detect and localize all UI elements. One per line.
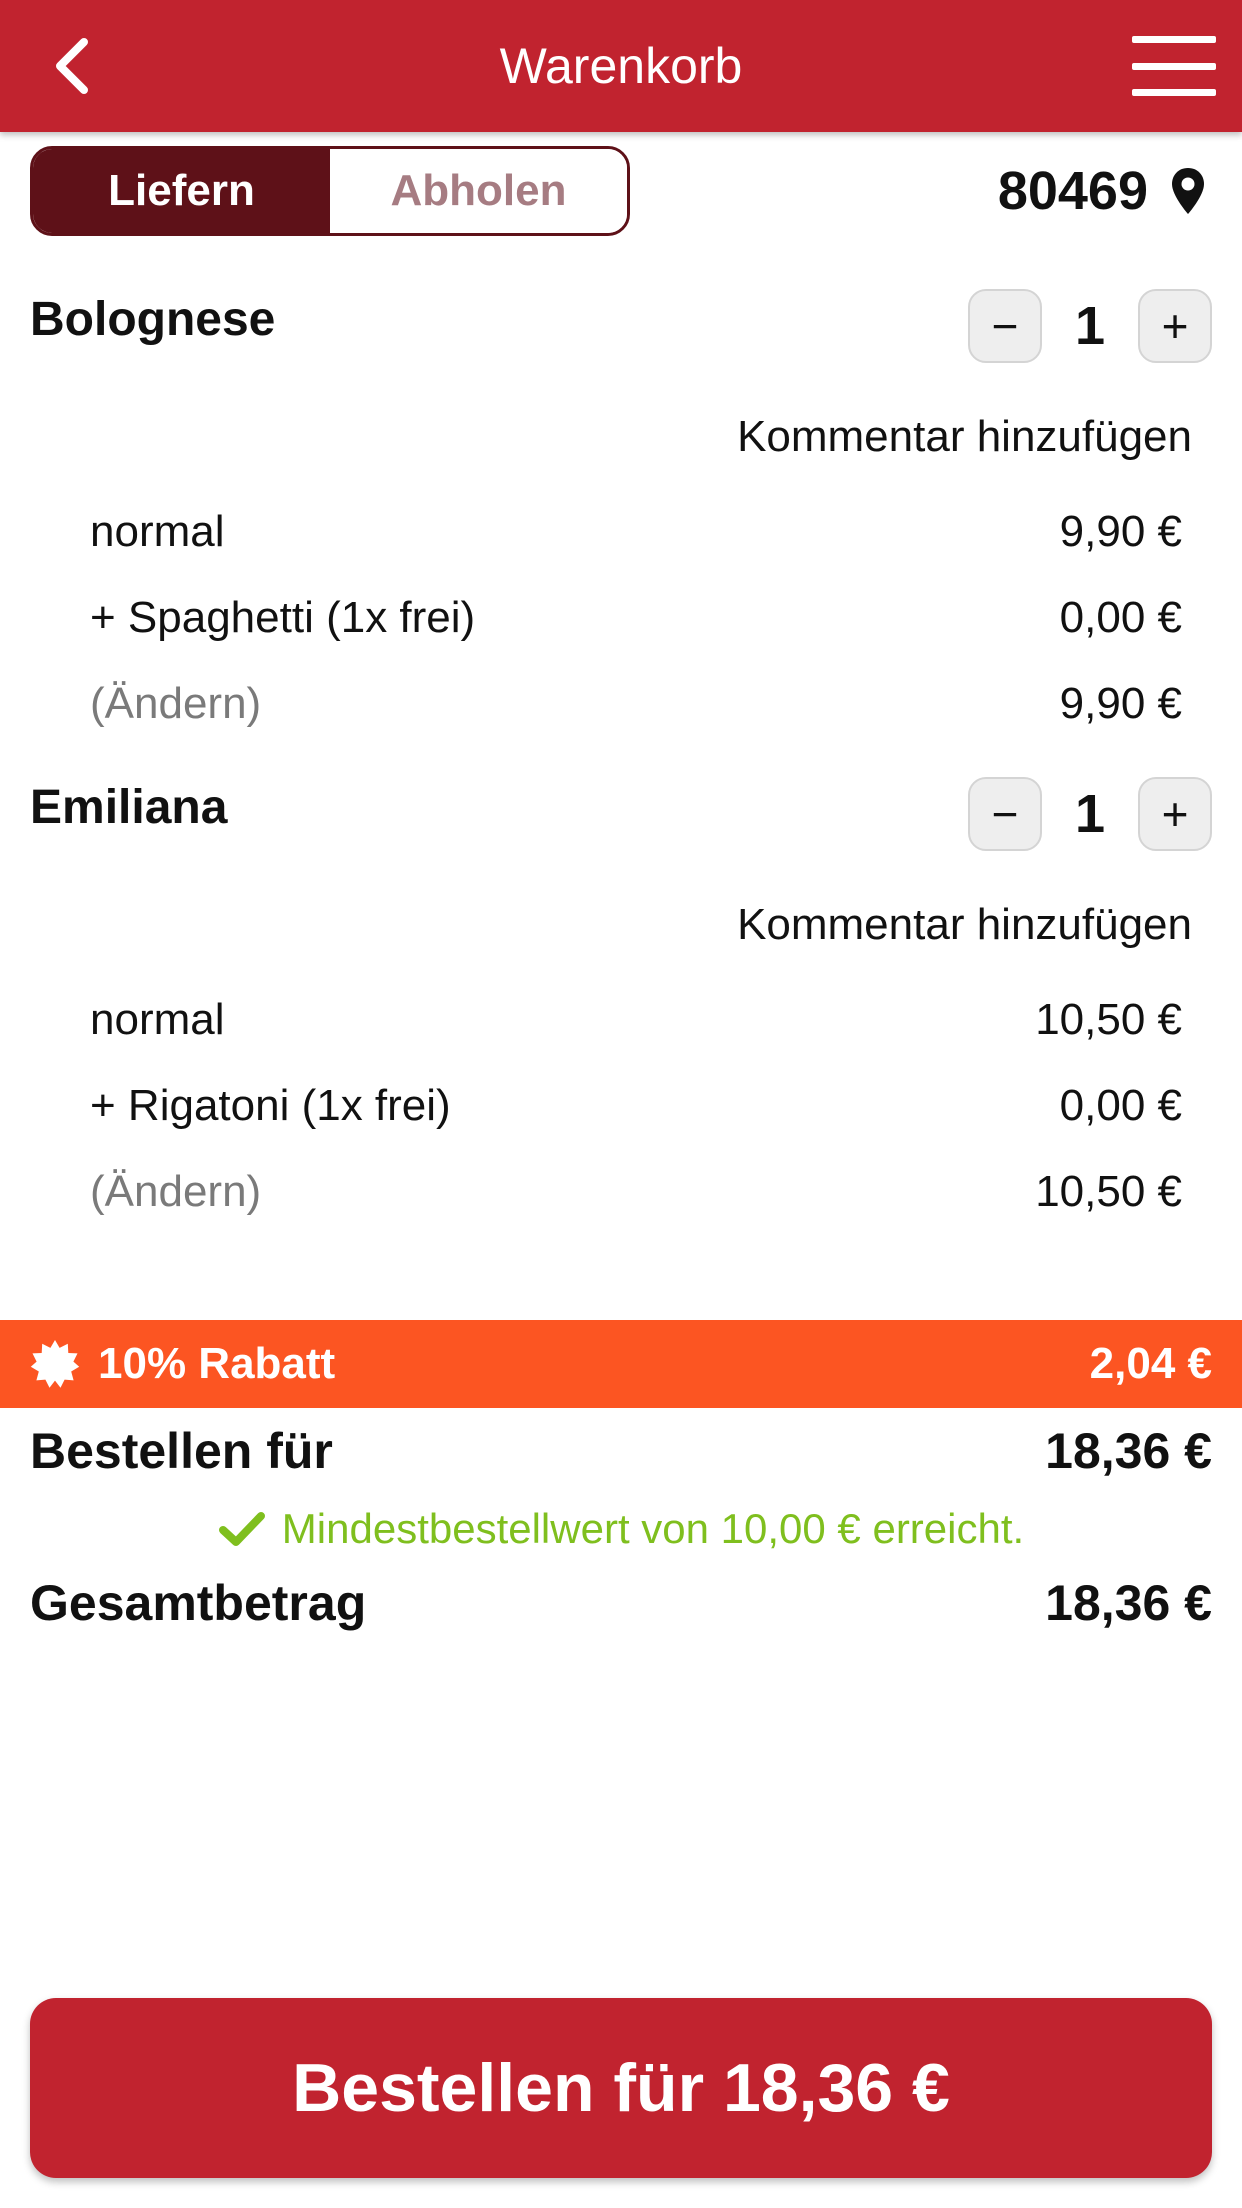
toggle-abholen[interactable]: Abholen	[330, 149, 627, 233]
increase-quantity-button[interactable]: +	[1138, 289, 1212, 363]
line-label: + Spaghetti (1x frei)	[90, 593, 476, 642]
order-subtotal-value: 18,36 €	[1045, 1423, 1212, 1479]
app-bar: Warenkorb	[0, 0, 1242, 132]
place-order-button[interactable]: Bestellen für 18,36 €	[30, 1998, 1212, 2178]
decrease-quantity-button[interactable]: −	[968, 777, 1042, 851]
line-price: 9,90 €	[1059, 507, 1182, 556]
discount-label: 10% Rabatt	[98, 1339, 336, 1388]
discount-amount: 2,04 €	[1089, 1339, 1212, 1388]
delivery-mode-toggle: Liefern Abholen	[30, 146, 630, 236]
discount-badge-icon	[30, 1340, 80, 1388]
line-label: + Rigatoni (1x frei)	[90, 1081, 451, 1130]
map-pin-icon	[1172, 168, 1204, 214]
cart-item-name: Emiliana	[30, 781, 228, 834]
postcode-text: 80469	[997, 161, 1148, 221]
checkmark-icon	[218, 1512, 265, 1546]
price-line: (Ändern) 9,90 €	[90, 674, 1182, 734]
total-label: Gesamtbetrag	[30, 1575, 367, 1631]
minimum-order-text: Mindestbestellwert von 10,00 € erreicht.	[281, 1505, 1025, 1552]
order-subtotal-row: Bestellen für 18,36 €	[30, 1416, 1212, 1486]
add-comment-link[interactable]: Kommentar hinzufügen	[737, 412, 1192, 462]
total-row: Gesamtbetrag 18,36 €	[30, 1568, 1212, 1638]
hamburger-menu-icon[interactable]	[1132, 36, 1216, 96]
price-line: (Ändern) 10,50 €	[90, 1162, 1182, 1222]
page-title: Warenkorb	[499, 38, 743, 94]
total-value: 18,36 €	[1045, 1575, 1212, 1631]
change-item-link[interactable]: (Ändern)	[90, 679, 261, 729]
price-line: + Rigatoni (1x frei) 0,00 €	[90, 1076, 1182, 1136]
decrease-quantity-button[interactable]: −	[968, 289, 1042, 363]
change-item-link[interactable]: (Ändern)	[90, 1167, 261, 1217]
line-price: 10,50 €	[1035, 995, 1182, 1044]
increase-quantity-button[interactable]: +	[1138, 777, 1212, 851]
cart-item-name: Bolognese	[30, 293, 276, 346]
line-label: normal	[90, 995, 225, 1044]
discount-banner: 10% Rabatt 2,04 €	[0, 1320, 1242, 1408]
quantity-stepper: − 1 +	[968, 288, 1212, 364]
add-comment-link[interactable]: Kommentar hinzufügen	[737, 900, 1192, 950]
price-line: normal 9,90 €	[90, 502, 1182, 562]
toggle-liefern[interactable]: Liefern	[33, 149, 330, 233]
line-price: 9,90 €	[1059, 679, 1182, 728]
quantity-value: 1	[1074, 784, 1106, 844]
delivery-location[interactable]: 80469	[998, 146, 1206, 236]
quantity-stepper: − 1 +	[968, 776, 1212, 852]
line-label: normal	[90, 507, 225, 556]
minimum-order-message: Mindestbestellwert von 10,00 € erreicht.	[0, 1494, 1242, 1564]
price-line: normal 10,50 €	[90, 990, 1182, 1050]
quantity-value: 1	[1074, 296, 1106, 356]
line-price: 10,50 €	[1035, 1167, 1182, 1216]
price-line: + Spaghetti (1x frei) 0,00 €	[90, 588, 1182, 648]
line-price: 0,00 €	[1059, 1081, 1182, 1130]
order-subtotal-label: Bestellen für	[30, 1423, 333, 1479]
line-price: 0,00 €	[1059, 593, 1182, 642]
